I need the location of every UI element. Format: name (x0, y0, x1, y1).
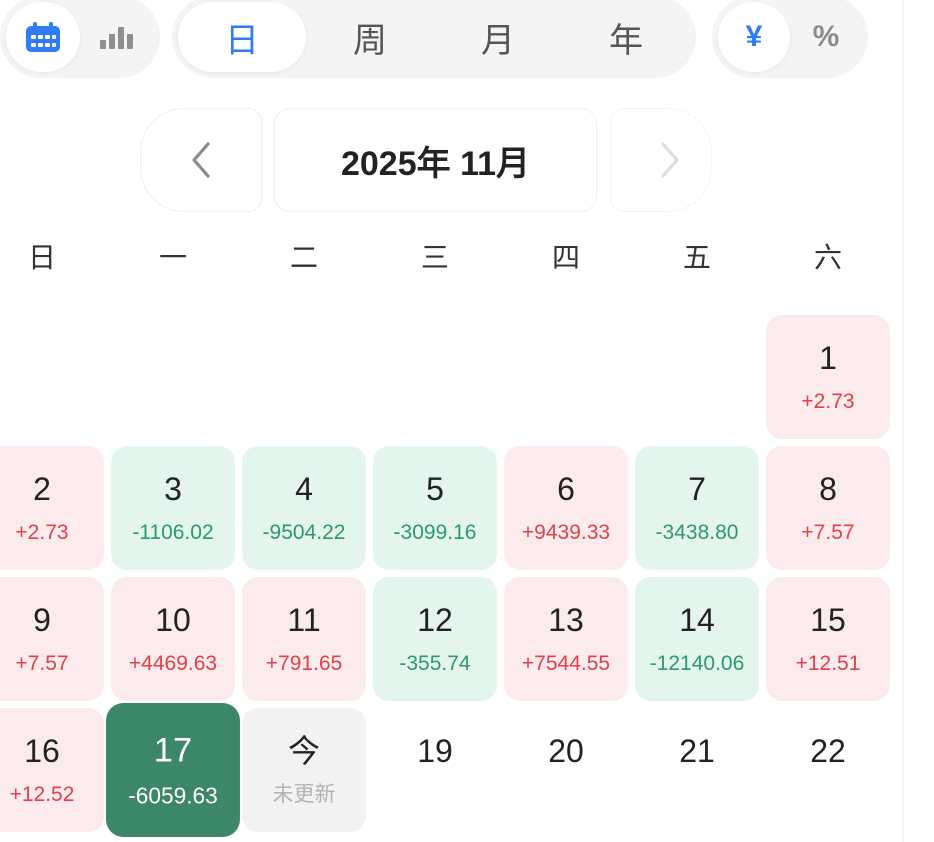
day-cell-4[interactable]: 4 -9504.22 (242, 446, 366, 570)
day-cell-10[interactable]: 10 +4469.63 (111, 577, 235, 701)
day-cell-14[interactable]: 14 -12140.06 (635, 577, 759, 701)
unit-toggle: ¥ % (712, 0, 868, 78)
day-number: 4 (295, 471, 313, 507)
weekday-label: 三 (420, 242, 449, 273)
day-pnl-value: +2.73 (801, 390, 855, 413)
tab-month[interactable]: 月 (434, 2, 562, 72)
day-number: 9 (33, 602, 51, 638)
day-cell-7[interactable]: 7 -3438.80 (635, 446, 759, 570)
tab-week[interactable]: 周 (306, 2, 434, 72)
day-cell-21[interactable]: 21 (635, 708, 759, 832)
day-pnl-value: +2.73 (15, 521, 69, 544)
day-cell-2[interactable]: 2 +2.73 (0, 446, 104, 570)
day-number: 16 (24, 733, 60, 769)
day-pnl-value: -1106.02 (132, 521, 214, 544)
day-pnl-value: -12140.06 (649, 652, 745, 675)
day-cell-today[interactable]: 今未更新 (242, 708, 366, 832)
day-cell-12[interactable]: 12 -355.74 (373, 577, 497, 701)
day-pnl-value: -3099.16 (393, 521, 477, 544)
day-cell-20[interactable]: 20 (504, 708, 628, 832)
day-pnl-value: +7.57 (801, 521, 855, 544)
empty-cell (111, 315, 235, 439)
day-number: 3 (164, 471, 182, 507)
day-cell-17[interactable]: 17 -6059.63 (106, 703, 240, 837)
day-cell-9[interactable]: 9 +7.57 (0, 577, 104, 701)
day-cell-16[interactable]: 16 +12.52 (0, 708, 104, 832)
day-pnl-value: +791.65 (265, 652, 343, 675)
empty-cell (504, 315, 628, 439)
empty-cell (242, 315, 366, 439)
prev-month-button[interactable] (140, 108, 262, 212)
day-pnl-value: +12.52 (9, 783, 75, 806)
day-pnl-value: -6059.63 (128, 784, 218, 809)
calendar-view-button[interactable] (6, 2, 80, 72)
day-pnl-value: +7544.55 (521, 652, 611, 675)
day-number: 今 (287, 733, 320, 769)
day-number: 12 (417, 602, 453, 638)
day-number: 10 (155, 602, 191, 638)
day-number: 2 (33, 471, 51, 507)
day-cell-19[interactable]: 19 (373, 708, 497, 832)
unit-amount-button[interactable]: ¥ (718, 2, 790, 72)
bar-chart-icon (100, 27, 133, 49)
day-pnl-value: +7.57 (15, 652, 69, 675)
not-updated-label: 未更新 (272, 783, 336, 806)
day-cell-8[interactable]: 8 +7.57 (766, 446, 890, 570)
chevron-left-icon (192, 142, 210, 178)
tab-year[interactable]: 年 (562, 2, 690, 72)
empty-cell (0, 315, 104, 439)
weekday-label: 五 (682, 242, 711, 273)
day-number: 15 (810, 602, 846, 638)
day-pnl-value: +12.51 (795, 652, 861, 675)
weekday-label: 日 (27, 242, 56, 273)
calendar-icon (26, 22, 60, 52)
day-cell-22[interactable]: 22 (766, 708, 890, 832)
month-title[interactable]: 2025年 11月 (274, 108, 597, 212)
panel-divider (903, 0, 904, 842)
day-number: 13 (548, 602, 584, 638)
weekday-label: 二 (289, 242, 318, 273)
next-month-button (610, 108, 712, 212)
empty-cell (373, 315, 497, 439)
day-number: 8 (819, 471, 837, 507)
day-cell-3[interactable]: 3 -1106.02 (111, 446, 235, 570)
day-number: 7 (688, 471, 706, 507)
day-pnl-value: -9504.22 (262, 521, 346, 544)
weekday-label: 六 (813, 242, 842, 273)
day-cell-5[interactable]: 5 -3099.16 (373, 446, 497, 570)
chevron-right-icon (661, 142, 679, 178)
day-cell-6[interactable]: 6 +9439.33 (504, 446, 628, 570)
weekday-label: 四 (551, 242, 580, 273)
calendar-grid: 1 +2.73 2 +2.73 3 -1106.02 4 -9504.22 5 -3099.16 6… (0, 315, 890, 837)
day-pnl-value: +9439.33 (521, 521, 611, 544)
day-pnl-value: +4469.63 (128, 652, 218, 675)
day-number: 20 (548, 733, 584, 769)
day-pnl-value: -355.74 (399, 652, 471, 675)
day-number: 17 (153, 730, 193, 769)
day-number: 21 (679, 733, 715, 769)
chart-view-button[interactable] (80, 2, 154, 72)
period-tabs: 日 周 月 年 (172, 0, 696, 78)
day-number: 19 (417, 733, 453, 769)
unit-percent-button[interactable]: % (790, 2, 862, 72)
day-pnl-value: -3438.80 (655, 521, 739, 544)
day-number: 5 (426, 471, 444, 507)
empty-cell (635, 315, 759, 439)
day-cell-15[interactable]: 15 +12.51 (766, 577, 890, 701)
tab-day[interactable]: 日 (178, 2, 306, 72)
view-toggle (0, 0, 160, 78)
day-cell-13[interactable]: 13 +7544.55 (504, 577, 628, 701)
day-number: 6 (557, 471, 575, 507)
day-number: 1 (819, 340, 837, 376)
weekday-label: 一 (158, 242, 187, 273)
weekday-header: 日 一 二 三 四 五 六 (0, 236, 890, 280)
day-number: 14 (679, 602, 715, 638)
day-number: 22 (810, 733, 846, 769)
day-number: 11 (287, 602, 321, 638)
day-cell-1[interactable]: 1 +2.73 (766, 315, 890, 439)
day-cell-11[interactable]: 11 +791.65 (242, 577, 366, 701)
